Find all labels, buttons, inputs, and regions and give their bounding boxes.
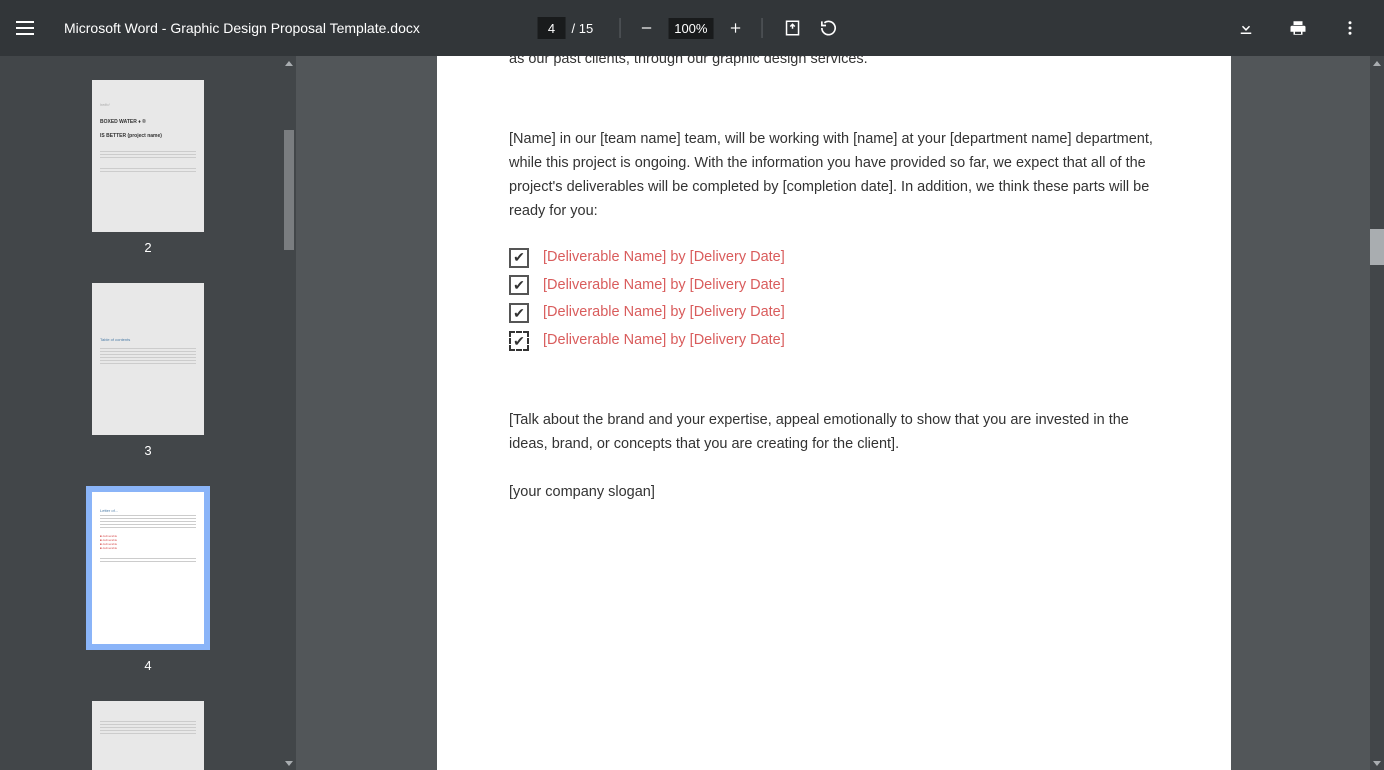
deliverable-text: [Deliverable Name] by [Delivery Date] [543,301,785,325]
divider [619,18,620,38]
thumbnail-number: 4 [52,658,244,673]
document-title: Microsoft Word - Graphic Design Proposal… [64,20,420,36]
thumbnail-page-4[interactable]: Letter of... ■ deliverable ■ deliverable… [52,486,244,673]
thumb-title1: BOXED WATER ♦ ® [100,119,196,125]
deliverables-list: ✔ [Deliverable Name] by [Delivery Date] … [509,246,1159,354]
deliverable-row: ✔ [Deliverable Name] by [Delivery Date] [509,246,1159,270]
checkbox-icon: ✔ [509,275,529,295]
deliverable-text: [Deliverable Name] by [Delivery Date] [543,274,785,298]
paragraph-brand: [Talk about the brand and your expertise… [509,409,1159,457]
content-scrollbar[interactable] [1370,56,1384,770]
checkbox-icon: ✔ [509,331,529,351]
zoom-in-button[interactable] [721,14,749,42]
scroll-up-icon[interactable] [282,56,296,70]
divider [761,18,762,38]
thumbnail-number: 2 [52,240,244,255]
page-total: / 15 [572,21,594,36]
download-icon[interactable] [1228,10,1264,46]
deliverable-row: ✔ [Deliverable Name] by [Delivery Date] [509,274,1159,298]
sidebar-scrollbar[interactable] [282,56,296,770]
more-icon[interactable] [1332,10,1368,46]
scrollbar-thumb[interactable] [284,130,294,250]
fit-page-icon[interactable] [774,10,810,46]
slogan: [your company slogan] [509,481,1159,505]
thumbnail-sidebar: hello! BOXED WATER ♦ ® IS BETTER (projec… [0,56,296,770]
deliverable-row: ✔ [Deliverable Name] by [Delivery Date] [509,329,1159,353]
checkbox-icon: ✔ [509,248,529,268]
checkbox-icon: ✔ [509,303,529,323]
rotate-icon[interactable] [810,10,846,46]
deliverable-text: [Deliverable Name] by [Delivery Date] [543,246,785,270]
deliverable-text: [Deliverable Name] by [Delivery Date] [543,329,785,353]
print-icon[interactable] [1280,10,1316,46]
zoom-level: 100% [668,18,713,39]
page-number-input[interactable] [538,17,566,39]
scroll-up-icon[interactable] [1370,56,1384,70]
thumbnail-number: 3 [52,443,244,458]
thumbnail-page-5[interactable] [52,701,244,770]
thumbnail-page-2[interactable]: hello! BOXED WATER ♦ ® IS BETTER (projec… [52,80,244,255]
content-area: as our past clients, through our graphic… [296,56,1384,770]
menu-icon[interactable] [16,16,40,40]
zoom-out-button[interactable] [632,14,660,42]
center-controls: / 15 100% [538,10,847,46]
thumbnail-page-3[interactable]: Table of contents 3 [52,283,244,458]
scroll-down-icon[interactable] [1370,756,1384,770]
toolbar: Microsoft Word - Graphic Design Proposal… [0,0,1384,56]
paragraph-fragment: as our past clients, through our graphic… [509,56,1159,72]
right-controls [1228,10,1368,46]
paragraph-intro: [Name] in our [team name] team, will be … [509,128,1159,224]
main: hello! BOXED WATER ♦ ® IS BETTER (projec… [0,56,1384,770]
scrollbar-thumb[interactable] [1370,229,1384,265]
scroll-down-icon[interactable] [282,756,296,770]
document-page: as our past clients, through our graphic… [437,56,1231,770]
deliverable-row: ✔ [Deliverable Name] by [Delivery Date] [509,301,1159,325]
